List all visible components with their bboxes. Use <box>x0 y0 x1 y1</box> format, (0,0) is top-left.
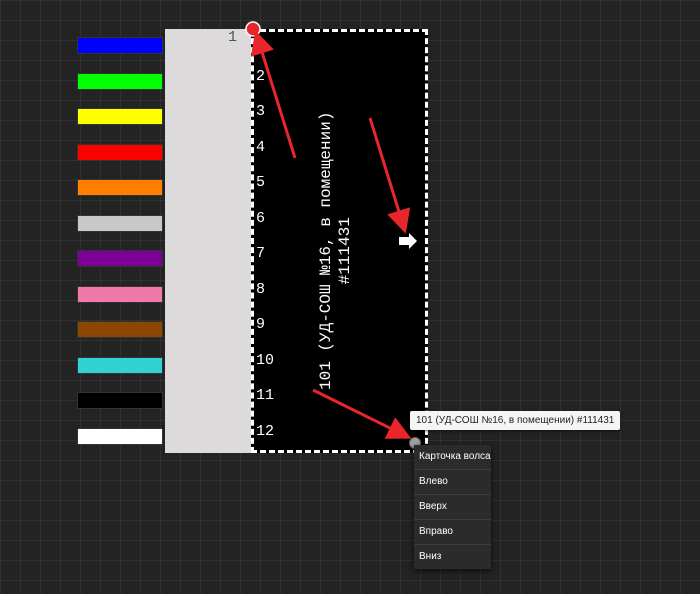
color-swatch-green[interactable] <box>77 73 163 90</box>
color-swatch-orange[interactable] <box>77 179 163 196</box>
menu-item-right[interactable]: Вправо <box>414 520 491 545</box>
ruler-label: 1 <box>227 29 237 46</box>
row-number: 6 <box>256 210 266 227</box>
menu-item-cable-card[interactable]: Карточка волса <box>414 445 491 470</box>
cable-label: 101 (УД-СОШ №16, в помещении) #111431 <box>317 112 355 390</box>
menu-item-left[interactable]: Влево <box>414 470 491 495</box>
color-swatch-red[interactable] <box>77 144 163 161</box>
color-swatch-black[interactable] <box>77 392 163 409</box>
color-swatch-pink[interactable] <box>77 286 163 303</box>
row-number: 12 <box>256 423 275 440</box>
row-number: 2 <box>256 68 266 85</box>
row-number: 7 <box>256 245 266 262</box>
color-swatch-cyan[interactable] <box>77 357 163 374</box>
color-swatch-white[interactable] <box>77 428 163 445</box>
color-swatch-purple[interactable] <box>77 250 163 267</box>
ruler-strip: 1 <box>165 29 251 453</box>
color-swatch-yellow[interactable] <box>77 108 163 125</box>
color-swatch-gray[interactable] <box>77 215 163 232</box>
row-number: 10 <box>256 352 275 369</box>
menu-item-down[interactable]: Вниз <box>414 545 491 569</box>
row-number: 4 <box>256 139 266 156</box>
context-menu: Карточка волса Влево Вверх Вправо Вниз <box>414 445 491 569</box>
tooltip: 101 (УД-СОШ №16, в помещении) #111431 <box>410 411 621 430</box>
row-number: 5 <box>256 174 266 191</box>
row-number: 8 <box>256 281 266 298</box>
color-swatch-brown[interactable] <box>77 321 163 338</box>
menu-item-up[interactable]: Вверх <box>414 495 491 520</box>
row-number: 3 <box>256 103 266 120</box>
row-number: 11 <box>256 387 275 404</box>
row-number: 9 <box>256 316 266 333</box>
color-swatch-blue[interactable] <box>77 37 163 54</box>
cable-label-line1: 101 (УД-СОШ №16, в помещении) <box>317 111 335 390</box>
cable-label-line2: #111431 <box>336 217 354 285</box>
